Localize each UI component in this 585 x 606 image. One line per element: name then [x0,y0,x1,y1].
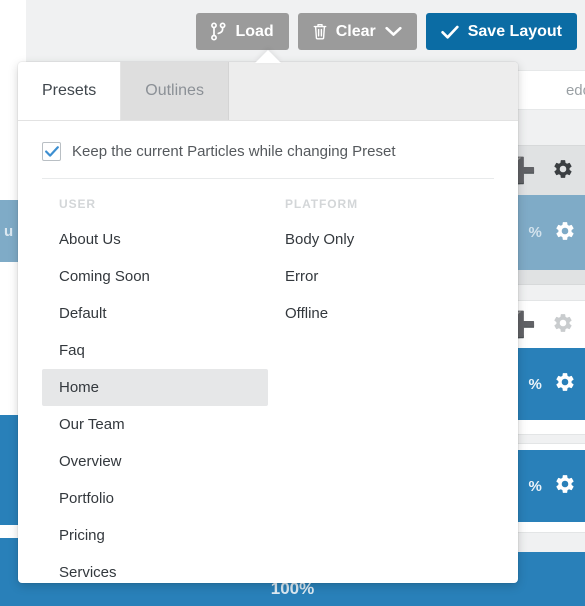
preset-item-home[interactable]: Home [42,369,268,406]
load-button[interactable]: Load [196,13,289,50]
check-icon [440,25,459,39]
keep-particles-checkbox[interactable] [42,142,61,161]
tab-outlines[interactable]: Outlines [121,62,229,120]
load-button-label: Load [235,22,274,40]
menu-fragment-label: u [4,222,14,240]
gear-icon[interactable] [554,473,576,499]
preset-item-faq[interactable]: Faq [42,332,268,369]
dropdown-caret [255,50,281,63]
preset-item-about-us[interactable]: About Us [42,221,268,258]
preset-item-our-team[interactable]: Our Team [42,406,268,443]
percent-label: % [528,477,542,495]
preset-item-portfolio[interactable]: Portfolio [42,480,268,517]
preset-item-services[interactable]: Services [42,554,268,583]
layout-toolbar: Load Clear Save Layout [196,13,577,50]
preset-column-platform: PLATFORM Body Only Error Offline [268,179,494,583]
save-layout-button[interactable]: Save Layout [425,13,577,50]
preset-item-pricing[interactable]: Pricing [42,517,268,554]
dropdown-tabs: Presets Outlines [18,62,518,121]
preset-item-offline[interactable]: Offline [268,295,494,332]
tab-presets[interactable]: Presets [18,62,122,120]
percent-label: % [528,375,542,393]
clear-button-label: Clear [335,22,376,40]
code-branch-icon [211,22,227,41]
preset-column-user: USER About Us Coming Soon Default Faq Ho… [42,179,268,583]
column-header-user: USER [59,197,96,211]
gear-icon[interactable] [554,220,576,246]
redo-label: edo [565,81,585,99]
chevron-down-icon[interactable] [385,26,402,37]
preset-item-error[interactable]: Error [268,258,494,295]
gear-icon[interactable] [552,158,574,185]
preset-item-coming-soon[interactable]: Coming Soon [42,258,268,295]
gear-icon[interactable] [554,371,576,397]
preset-columns: USER About Us Coming Soon Default Faq Ho… [18,179,518,583]
keep-particles-label: Keep the current Particles while changin… [72,143,396,160]
preset-item-body-only[interactable]: Body Only [268,221,494,258]
preset-item-overview[interactable]: Overview [42,443,268,480]
preset-item-default[interactable]: Default [42,295,268,332]
tabs-filler [228,62,518,120]
tab-presets-label: Presets [42,82,97,99]
gear-icon[interactable] [552,312,574,339]
tab-outlines-label: Outlines [145,82,204,99]
percent-label: % [528,224,542,241]
clear-button[interactable]: Clear [297,13,417,50]
keep-particles-row[interactable]: Keep the current Particles while changin… [18,121,518,178]
load-presets-dropdown: Presets Outlines Keep the current Partic… [18,62,518,583]
app-screen: edo ➕ % ➕ % [0,0,585,606]
trash-icon [313,23,327,40]
column-header-platform: PLATFORM [285,197,358,211]
save-layout-button-label: Save Layout [467,22,562,40]
